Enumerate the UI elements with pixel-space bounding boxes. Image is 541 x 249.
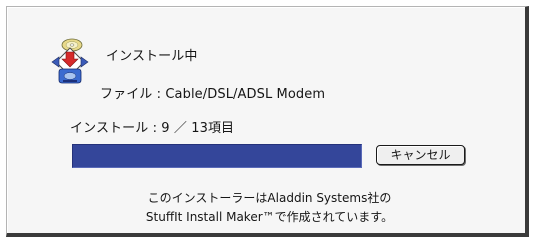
cancel-button[interactable]: キャンセル	[376, 145, 465, 165]
installer-disc-arrows-icon	[51, 38, 89, 84]
status-title: インストール中	[106, 49, 198, 64]
credit-line-1: このインストーラーはAladdin Systems社の	[147, 191, 392, 205]
credit-line-2: StuffIt Install Maker™で作成されています。	[145, 210, 394, 224]
progress-count-label: インストール : 9 ／ 13項目	[70, 121, 235, 136]
dialog-body: インストール中 ファイル : Cable/DSL/ADSL Modem インスト…	[7, 7, 525, 233]
progress-bar-fill	[73, 145, 361, 167]
progress-bar	[72, 144, 362, 168]
current-file-label: ファイル : Cable/DSL/ADSL Modem	[100, 87, 326, 102]
install-progress-dialog: インストール中 ファイル : Cable/DSL/ADSL Modem インスト…	[6, 6, 529, 237]
